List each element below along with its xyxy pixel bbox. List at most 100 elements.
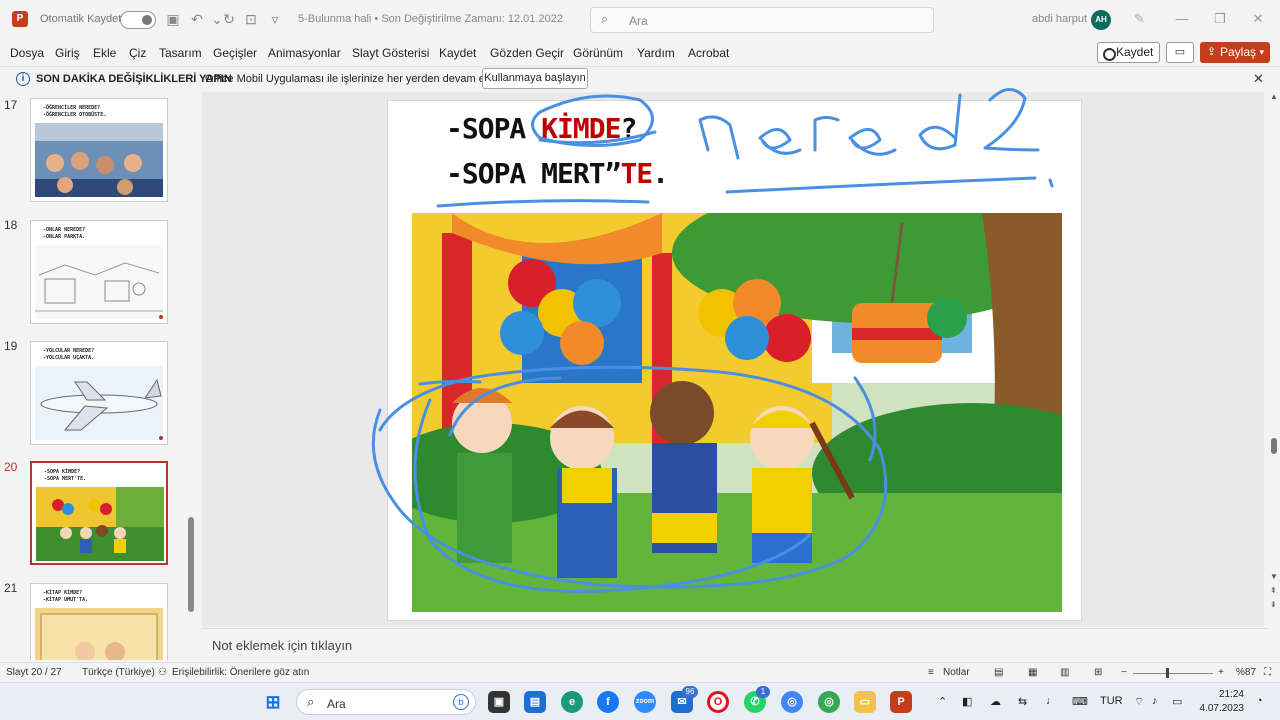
close-icon[interactable]: ✕: [1248, 11, 1268, 27]
previous-slide-icon[interactable]: ⇞: [1270, 586, 1277, 595]
info-icon: i: [16, 72, 30, 86]
comments-button[interactable]: ▭: [1166, 42, 1194, 63]
next-slide-icon[interactable]: ⇟: [1270, 600, 1277, 609]
slideshow-icon[interactable]: ⊞: [1094, 667, 1102, 678]
zoom-out-icon[interactable]: −: [1121, 667, 1127, 678]
menu-ciz[interactable]: Çiz: [129, 46, 146, 60]
park-picture: [35, 245, 163, 319]
chevron-up-icon[interactable]: ⌃: [938, 695, 947, 708]
thumbnail-number: 21: [4, 581, 18, 595]
info-bar: i SON DAKİKA DEĞİŞİKLİKLERİ YAPIN Office…: [0, 66, 1280, 90]
slide-thumbnail-20[interactable]: -SOPA KİMDE? -SOPA MERT'TE.: [30, 461, 168, 565]
slide-thumbnail-21[interactable]: -KİTAP KİMDE? -KİTAP UMUT'TA.: [30, 583, 168, 660]
facebook-icon[interactable]: f: [597, 691, 619, 713]
menu-gecisler[interactable]: Geçişler: [213, 46, 257, 60]
record-button[interactable]: Kaydet: [1097, 42, 1160, 63]
notes-button[interactable]: Notlar: [943, 667, 970, 678]
autosave-toggle[interactable]: [120, 11, 156, 29]
chrome-profile-icon[interactable]: ◎: [818, 691, 840, 713]
notes-pane[interactable]: Not eklemek için tıklayın: [202, 628, 1268, 660]
zoom-level[interactable]: %87: [1236, 667, 1256, 678]
menu-tasarim[interactable]: Tasarım: [159, 46, 202, 60]
thumbnail-line2: -KİTAP UMUT'TA.: [43, 597, 89, 603]
chevron-down-icon: ▾: [1259, 47, 1264, 57]
menu-slayt-gosterisi[interactable]: Slayt Gösterisi: [352, 46, 429, 60]
slide-sorter-icon[interactable]: ▦: [1028, 667, 1037, 678]
zoom-slider[interactable]: [1133, 673, 1213, 674]
keyboard-icon[interactable]: ⌨: [1072, 695, 1088, 708]
taskbar-search[interactable]: ⌕ Ara b: [296, 689, 476, 715]
menu-kaydet[interactable]: Kaydet: [439, 46, 476, 60]
menu-yardim[interactable]: Yardım: [637, 46, 675, 60]
thumbnail-line1: -ÖĞRENCİLER NEREDE?: [43, 105, 101, 111]
settings-icon[interactable]: ⇆: [1018, 695, 1027, 708]
undo-icon[interactable]: ↶: [188, 10, 206, 28]
menu-giris[interactable]: Giriş: [55, 46, 80, 60]
menu-acrobat[interactable]: Acrobat: [688, 46, 729, 60]
slide-title-line2[interactable]: -SOPA MERT”TE.: [446, 157, 669, 190]
windows-start-icon[interactable]: ⊞: [262, 691, 284, 713]
task-view-icon[interactable]: ▣: [488, 691, 510, 713]
slide-thumbnail-18[interactable]: -ONLAR NEREDE? -ONLAR PARKTA.: [30, 220, 168, 324]
volume-icon[interactable]: ♪: [1152, 695, 1158, 707]
present-icon[interactable]: ⊡: [242, 10, 260, 28]
menu-ekle[interactable]: Ekle: [93, 46, 116, 60]
slide-picture[interactable]: [412, 213, 1062, 612]
close-icon[interactable]: ✕: [1253, 71, 1264, 87]
save-icon[interactable]: ▣: [164, 10, 182, 28]
scroll-up-icon[interactable]: ▲: [1270, 92, 1278, 101]
chrome-icon[interactable]: ◎: [781, 691, 803, 713]
zoom-slider-handle[interactable]: [1166, 668, 1169, 678]
clock[interactable]: 21:24 4.07.2023: [1196, 688, 1245, 716]
slide-counter: Slayt 20 / 27: [6, 667, 62, 678]
editor-scrollbar[interactable]: ▲ ▼ ⇞ ⇟: [1268, 92, 1280, 660]
cloud-icon[interactable]: ☁: [990, 695, 1001, 708]
pen-icon[interactable]: ✎: [1134, 11, 1145, 27]
wifi-icon[interactable]: ⌔: [1134, 695, 1144, 709]
widgets-icon[interactable]: ▤: [524, 691, 546, 713]
thumbnail-line1: -ONLAR NEREDE?: [43, 227, 86, 233]
search-placeholder: Ara: [629, 14, 648, 28]
thumbnail-number: 20: [4, 460, 18, 474]
microphone-icon[interactable]: ♩: [1046, 695, 1057, 707]
scroll-down-icon[interactable]: ▼: [1270, 572, 1278, 581]
opera-icon[interactable]: O: [707, 691, 729, 713]
accessibility-status[interactable]: Erişilebilirlik: Önerilere göz atın: [172, 667, 309, 678]
normal-view-icon[interactable]: ▤: [994, 667, 1003, 678]
restore-icon[interactable]: ❐: [1210, 11, 1230, 27]
input-language[interactable]: TUR: [1100, 695, 1123, 707]
avatar[interactable]: AH: [1091, 10, 1111, 30]
thumbnails-scrollbar[interactable]: [188, 517, 194, 612]
zoom-in-icon[interactable]: +: [1218, 667, 1224, 678]
title-bar: P Otomatik Kaydet ▣ ↶ ⌄ ↻ ⊡ ▿ 5-Bulunma …: [0, 0, 1280, 40]
tray-app-icon[interactable]: ◧: [962, 695, 972, 708]
notes-icon: ≡: [928, 667, 934, 678]
mail-badge: 96: [682, 686, 698, 698]
slide-title-line1[interactable]: -SOPA KİMDE?: [446, 112, 637, 145]
line1-emphasis: KİMDE: [541, 112, 621, 145]
slide-thumbnail-19[interactable]: -YOLCULAR NEREDE? -YOLCULAR UÇAKTA.: [30, 341, 168, 445]
redo-icon[interactable]: ↻: [220, 10, 238, 28]
start-using-button[interactable]: Kullanmaya başlayın: [482, 68, 588, 89]
menu-animasyonlar[interactable]: Animasyonlar: [268, 46, 341, 60]
document-title[interactable]: 5-Bulunma hali • Son Değiştirilme Zamanı…: [298, 13, 563, 25]
notification-icon[interactable]: ◔: [1256, 695, 1263, 707]
fit-slide-icon[interactable]: ⛶: [1264, 667, 1271, 678]
menu-gozden-gecir[interactable]: Gözden Geçir: [490, 46, 564, 60]
search-box[interactable]: ⌕ Ara: [590, 7, 934, 33]
powerpoint-taskbar-icon[interactable]: P: [890, 691, 912, 713]
minimize-icon[interactable]: —: [1172, 11, 1192, 26]
file-explorer-icon[interactable]: ▭: [854, 691, 876, 713]
reading-view-icon[interactable]: ▥: [1060, 667, 1069, 678]
customize-toolbar-icon[interactable]: ▿: [266, 10, 284, 28]
zoom-app-icon[interactable]: zoom: [634, 691, 656, 713]
slide-thumbnail-17[interactable]: -ÖĞRENCİLER NEREDE? -ÖĞRENCİLER OTOBÜSTE…: [30, 98, 168, 202]
edge-icon[interactable]: e: [561, 691, 583, 713]
menu-dosya[interactable]: Dosya: [10, 46, 44, 60]
user-name[interactable]: abdi harput: [1032, 13, 1087, 25]
battery-icon[interactable]: ▭: [1172, 695, 1182, 708]
share-button[interactable]: ⇪ Paylaş ▾: [1200, 42, 1270, 63]
menu-gorunum[interactable]: Görünüm: [573, 46, 623, 60]
language-indicator[interactable]: Türkçe (Türkiye): [82, 667, 155, 678]
scroll-thumb[interactable]: [1271, 438, 1277, 454]
